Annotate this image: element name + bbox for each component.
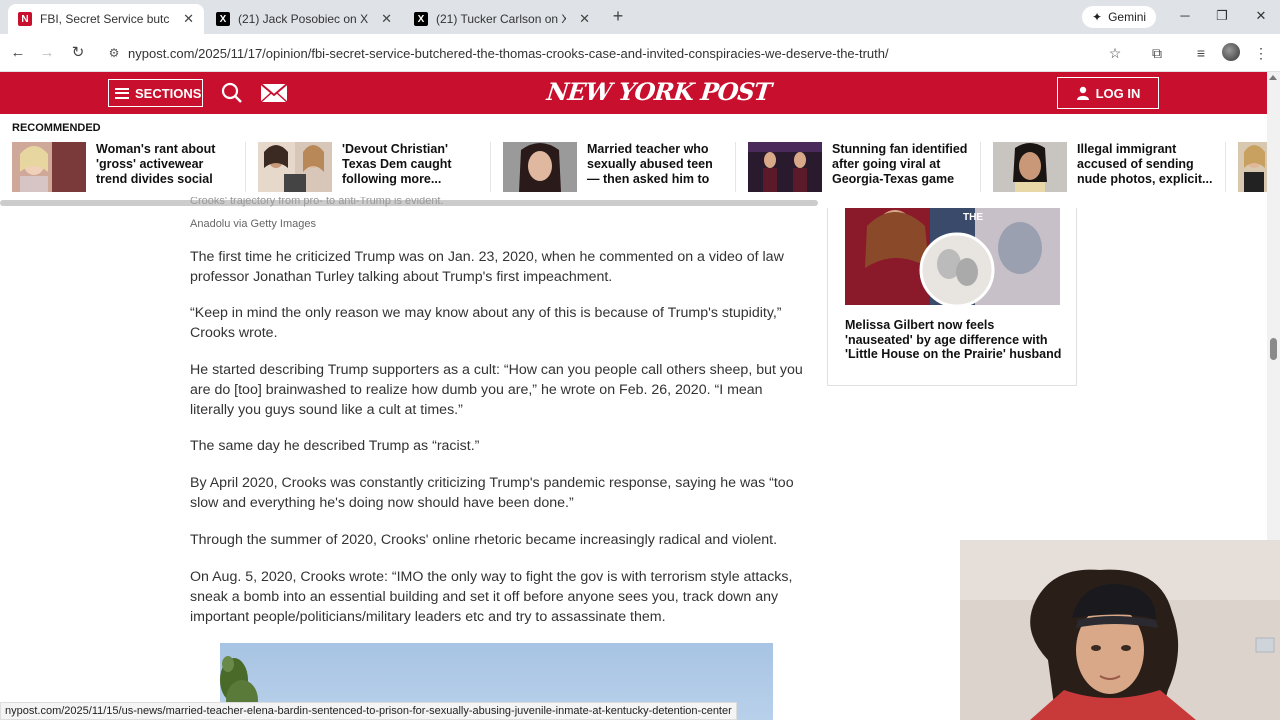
tab-title: (21) Jack Posobiec on X: "BREAK: [238, 12, 368, 26]
recommended-thumbnail: [258, 142, 332, 192]
login-label: LOG IN: [1095, 85, 1141, 101]
minimize-icon[interactable]: ─: [1175, 8, 1195, 23]
recommended-item[interactable]: Married teacher who sexually abused teen…: [503, 142, 723, 192]
recommended-thumbnail: [12, 142, 86, 192]
article-paragraph: He started describing Trump supporters a…: [190, 362, 803, 418]
back-arrow-icon[interactable]: ←: [8, 43, 28, 63]
scrollbar-thumb[interactable]: [1270, 338, 1277, 360]
bookmark-star-icon[interactable]: ☆: [1105, 43, 1125, 63]
webcam-overlay: [960, 540, 1280, 720]
article-paragraph: On Aug. 5, 2020, Crooks wrote: “IMO the …: [190, 569, 793, 625]
menu-kebab-icon[interactable]: ⋮: [1251, 43, 1271, 63]
tab-carlson[interactable]: X (21) Tucker Carlson on X: "Who ✕: [404, 4, 600, 34]
svg-text:THE: THE: [963, 212, 983, 223]
image-caption: Crooks' trajectory from pro- to anti-Tru…: [190, 197, 444, 207]
browser-tabstrip: N FBI, Secret Service butchered th ✕ X (…: [0, 0, 1280, 34]
sections-button[interactable]: SECTIONS: [108, 79, 203, 107]
nypost-favicon-icon: N: [18, 12, 32, 26]
tab-posobiec[interactable]: X (21) Jack Posobiec on X: "BREAK ✕: [206, 4, 402, 34]
recommended-thumbnail[interactable]: [1238, 142, 1267, 192]
recommended-strip: RECOMMENDED Woman's rant about 'gross' a…: [0, 114, 1267, 208]
recommended-headline: Woman's rant about 'gross' activewear tr…: [96, 142, 216, 188]
divider: [245, 142, 246, 192]
url-text: nypost.com/2025/11/17/opinion/fbi-secret…: [128, 45, 889, 61]
recommended-headline: Married teacher who sexually abused teen…: [587, 142, 713, 188]
article-paragraph: The same day he described Trump as “raci…: [190, 438, 480, 454]
gemini-button[interactable]: ✦ Gemini: [1082, 6, 1157, 28]
install-app-icon[interactable]: ⧉: [1147, 43, 1167, 63]
forward-arrow-icon[interactable]: →: [37, 43, 57, 63]
profile-avatar[interactable]: [1222, 43, 1240, 61]
recommended-item[interactable]: Stunning fan identified after going vira…: [748, 142, 968, 192]
sidebar-image[interactable]: THE: [845, 208, 1060, 305]
recommended-headline: Stunning fan identified after going vira…: [832, 142, 968, 186]
recommended-thumbnail: [993, 142, 1067, 192]
sparkle-icon: ✦: [1092, 10, 1103, 24]
hamburger-icon: [115, 87, 129, 99]
recommended-item[interactable]: Woman's rant about 'gross' activewear tr…: [12, 142, 232, 192]
recommended-headline: 'Devout Christian' Texas Dem caught foll…: [342, 142, 452, 186]
reload-icon[interactable]: ↻: [68, 43, 88, 63]
browser-toolbar: ← → ↻ ⚙ nypost.com/2025/11/17/opinion/fb…: [0, 34, 1280, 72]
article-paragraph: The first time he criticized Trump was o…: [190, 249, 784, 285]
x-favicon-icon: X: [414, 12, 428, 26]
site-logo[interactable]: NEW YORK POST: [545, 77, 772, 106]
tab-title: FBI, Secret Service butchered th: [40, 12, 170, 26]
recommended-item[interactable]: 'Devout Christian' Texas Dem caught foll…: [258, 142, 478, 192]
close-tab-icon[interactable]: ✕: [183, 11, 194, 27]
article-paragraph: Through the summer of 2020, Crooks' onli…: [190, 532, 778, 548]
close-tab-icon[interactable]: ✕: [381, 11, 392, 27]
x-favicon-icon: X: [216, 12, 230, 26]
restore-icon[interactable]: ❐: [1212, 8, 1232, 24]
divider: [980, 142, 981, 192]
divider: [490, 142, 491, 192]
recommended-label: RECOMMENDED: [12, 122, 101, 134]
tab-nypost[interactable]: N FBI, Secret Service butchered th ✕: [8, 4, 204, 34]
scroll-up-arrow-icon[interactable]: [1269, 75, 1277, 80]
link-status-bar: nypost.com/2025/11/15/us-news/married-te…: [0, 702, 737, 720]
tab-title: (21) Tucker Carlson on X: "Who: [436, 12, 566, 26]
user-icon: [1076, 86, 1089, 100]
photo-credit: Anadolu via Getty Images: [190, 218, 316, 230]
new-tab-button[interactable]: +: [608, 6, 628, 27]
close-tab-icon[interactable]: ✕: [579, 11, 590, 27]
login-button[interactable]: LOG IN: [1057, 77, 1159, 109]
sidebar-headline[interactable]: Melissa Gilbert now feels 'nauseated' by…: [845, 318, 1065, 362]
article-paragraph: “Keep in mind the only reason we may kno…: [190, 305, 782, 341]
search-icon[interactable]: [221, 82, 243, 104]
sections-label: SECTIONS: [135, 85, 202, 101]
site-info-icon[interactable]: ⚙: [100, 46, 128, 60]
divider: [1225, 142, 1226, 192]
recommended-headline: Illegal immigrant accused of sending nud…: [1077, 142, 1213, 186]
address-bar[interactable]: ⚙ nypost.com/2025/11/17/opinion/fbi-secr…: [100, 39, 1140, 67]
recommended-item[interactable]: Illegal immigrant accused of sending nud…: [993, 142, 1213, 192]
recommended-thumbnail: [748, 142, 822, 192]
gemini-label: Gemini: [1108, 10, 1147, 24]
media-control-icon[interactable]: ≡: [1191, 43, 1211, 63]
article-paragraph: By April 2020, Crooks was constantly cri…: [190, 475, 794, 511]
divider: [735, 142, 736, 192]
close-window-icon[interactable]: ✕: [1251, 8, 1271, 24]
recommended-thumbnail: [503, 142, 577, 192]
mail-icon[interactable]: [260, 83, 288, 103]
site-header: SECTIONS NEW YORK POST LOG IN: [0, 72, 1267, 114]
